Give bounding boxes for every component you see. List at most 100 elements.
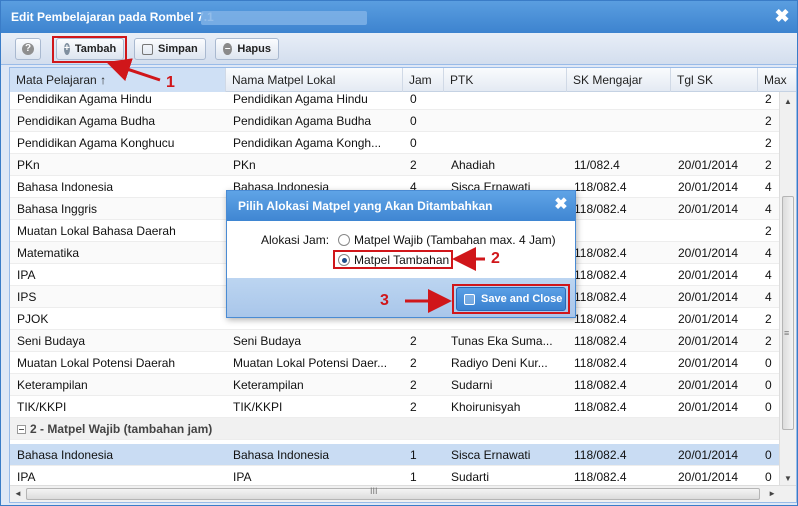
annotation-step-1: 1 (166, 74, 175, 91)
cell-mata-pelajaran: PKn (17, 158, 40, 172)
dialog-close-icon[interactable]: ✖ (553, 197, 569, 213)
cell-mata-pelajaran: Muatan Lokal Potensi Daerah (17, 356, 176, 370)
cell-mata-pelajaran: Bahasa Indonesia (17, 180, 114, 194)
dialog-footer: Save and Close (227, 278, 575, 317)
cell-sk-mengajar: 118/082.4 (574, 356, 627, 370)
annotation-box-radio (333, 250, 453, 269)
cell-sk-mengajar (567, 220, 671, 242)
dialog-body: Alokasi Jam: Matpel Wajib (Tambahan max.… (227, 221, 575, 278)
annotation-step-3: 3 (380, 292, 389, 309)
cell-jam: 0 (410, 114, 417, 128)
cell-tgl-sk: 20/01/2014 (678, 202, 739, 216)
cell-jam: 2 (410, 400, 417, 414)
cell-jam: 2 (410, 334, 417, 348)
simpan-button[interactable]: Simpan (134, 38, 206, 60)
group-label: 2 - Matpel Wajib (tambahan jam) (30, 422, 213, 436)
cell-tgl-sk (671, 88, 758, 110)
cell-sk-mengajar: 118/082.4 (574, 400, 627, 414)
scroll-right-icon[interactable]: ► (768, 489, 776, 498)
collapse-icon[interactable] (17, 425, 26, 434)
table-row[interactable]: Pendidikan Agama Budha Pendidikan Agama B… (10, 110, 780, 132)
cell-sk-mengajar (567, 88, 671, 110)
table-row[interactable]: TIK/KKPI TIK/KKPI 2 Khoirunisyah 118/082.4 20… (10, 396, 780, 418)
cell-mata-pelajaran: Matematika (17, 246, 80, 260)
window-titlebar: Edit Pembelajaran pada Rombel 7.1 ✖ (1, 1, 797, 33)
cell-mata-pelajaran: Bahasa Indonesia (17, 448, 114, 462)
cell-mata-pelajaran: Pendidikan Agama Hindu (17, 92, 152, 106)
cell-tgl-sk: 20/01/2014 (678, 180, 739, 194)
cell-tgl-sk: 20/01/2014 (678, 448, 739, 462)
cell-nama-matpel-lokal: Pendidikan Agama Hindu (233, 92, 368, 106)
cell-tgl-sk (671, 132, 758, 154)
cell-jam: 2 (410, 356, 417, 370)
cell-mata-pelajaran: IPA (17, 268, 36, 282)
radio-matpel-wajib[interactable]: Matpel Wajib (Tambahan max. 4 Jam) (338, 233, 556, 247)
cell-ptk: Sisca Ernawati (451, 448, 531, 462)
horizontal-scrollbar[interactable]: ◄ III ► (10, 485, 796, 502)
cell-nama-matpel-lokal: Keterampilan (233, 378, 304, 392)
annotation-box-tambah (52, 36, 127, 63)
help-button[interactable]: ? (15, 38, 41, 60)
cell-sk-mengajar: 11/082.4 (574, 158, 620, 172)
cell-nama-matpel-lokal: PKn (233, 158, 256, 172)
horizontal-scroll-thumb[interactable] (26, 488, 760, 500)
cell-jam: 0 (410, 136, 417, 150)
hapus-label: Hapus (237, 43, 271, 55)
cell-jam: 1 (410, 448, 417, 462)
scroll-grip-icon: ≡ (784, 328, 790, 338)
cell-tgl-sk (671, 220, 758, 242)
group-header-row[interactable]: 2 - Matpel Wajib (tambahan jam) (10, 418, 780, 440)
cell-sk-mengajar: 118/082.4 (574, 268, 627, 282)
cell-tgl-sk (671, 110, 758, 132)
cell-sk-mengajar (567, 132, 671, 154)
cell-ptk (444, 132, 567, 154)
cell-mata-pelajaran: Pendidikan Agama Budha (17, 114, 156, 128)
table-row[interactable]: Muatan Lokal Potensi Daerah Muatan Lokal … (10, 352, 780, 374)
hapus-button[interactable]: – Hapus (215, 38, 279, 60)
table-row[interactable]: Pendidikan Agama Hindu Pendidikan Agama H… (10, 88, 780, 110)
sort-asc-icon: ↑ (100, 73, 107, 87)
cell-mata-pelajaran: Pendidikan Agama Konghucu (17, 136, 175, 150)
vertical-scrollbar[interactable]: ▲ ≡ ▼ (779, 92, 796, 487)
cell-sk-mengajar: 118/082.4 (574, 448, 627, 462)
cell-nama-matpel-lokal: Seni Budaya (233, 334, 302, 348)
window-close-icon[interactable]: ✖ (773, 7, 791, 25)
cell-sk-mengajar: 118/082.4 (574, 290, 627, 304)
annotation-box-save (452, 284, 570, 314)
vertical-scroll-thumb[interactable] (782, 196, 794, 430)
cell-mata-pelajaran: PJOK (17, 312, 49, 326)
cell-sk-mengajar (567, 110, 671, 132)
cell-mata-pelajaran: Keterampilan (17, 378, 88, 392)
alokasi-dialog: Pilih Alokasi Matpel yang Akan Ditambahk… (226, 190, 576, 318)
cell-jam: 2 (410, 158, 417, 172)
cell-tgl-sk: 20/01/2014 (678, 378, 739, 392)
save-icon (142, 43, 153, 55)
cell-mata-pelajaran: Muatan Lokal Bahasa Daerah (17, 224, 176, 238)
table-row[interactable]: Pendidikan Agama Konghucu Pendidikan Agam… (10, 132, 780, 154)
scroll-left-icon[interactable]: ◄ (14, 489, 22, 498)
scroll-up-icon[interactable]: ▲ (784, 97, 792, 106)
cell-mata-pelajaran: IPS (17, 290, 37, 304)
cell-mata-pelajaran: Bahasa Inggris (17, 202, 98, 216)
dialog-title: Pilih Alokasi Matpel yang Akan Ditambahk… (227, 191, 575, 221)
cell-ptk: Radiyo Deni Kur... (451, 356, 548, 370)
cell-sk-mengajar: 118/082.4 (574, 246, 627, 260)
table-row[interactable]: PKn PKn 2 Ahadiah 11/082.4 20/01/2014 2 (10, 154, 780, 176)
scroll-grip-h-icon: III (370, 486, 378, 496)
redacted-title-part (201, 11, 367, 25)
cell-sk-mengajar: 118/082.4 (574, 202, 627, 216)
cell-tgl-sk: 20/01/2014 (678, 334, 739, 348)
annotation-step-2: 2 (491, 250, 500, 267)
alokasi-jam-label: Alokasi Jam: (261, 233, 330, 247)
edit-pembelajaran-window: Edit Pembelajaran pada Rombel 7.1 ✖ ? + … (0, 0, 798, 506)
group-header-cell: 2 - Matpel Wajib (tambahan jam) (10, 418, 510, 440)
table-row[interactable]: Bahasa Indonesia Bahasa Indonesia 1 Sisca E… (10, 444, 780, 466)
cell-nama-matpel-lokal: Pendidikan Agama Budha (233, 114, 372, 128)
table-row[interactable]: Keterampilan Keterampilan 2 Sudarni 118/082.… (10, 374, 780, 396)
help-icon: ? (22, 43, 34, 55)
radio-wajib-indicator[interactable] (338, 234, 350, 246)
cell-sk-mengajar: 118/082.4 (574, 334, 627, 348)
table-row[interactable]: Seni Budaya Seni Budaya 2 Tunas Eka Suma...… (10, 330, 780, 352)
scroll-down-icon[interactable]: ▼ (784, 474, 792, 483)
cell-sk-mengajar: 118/082.4 (574, 378, 627, 392)
